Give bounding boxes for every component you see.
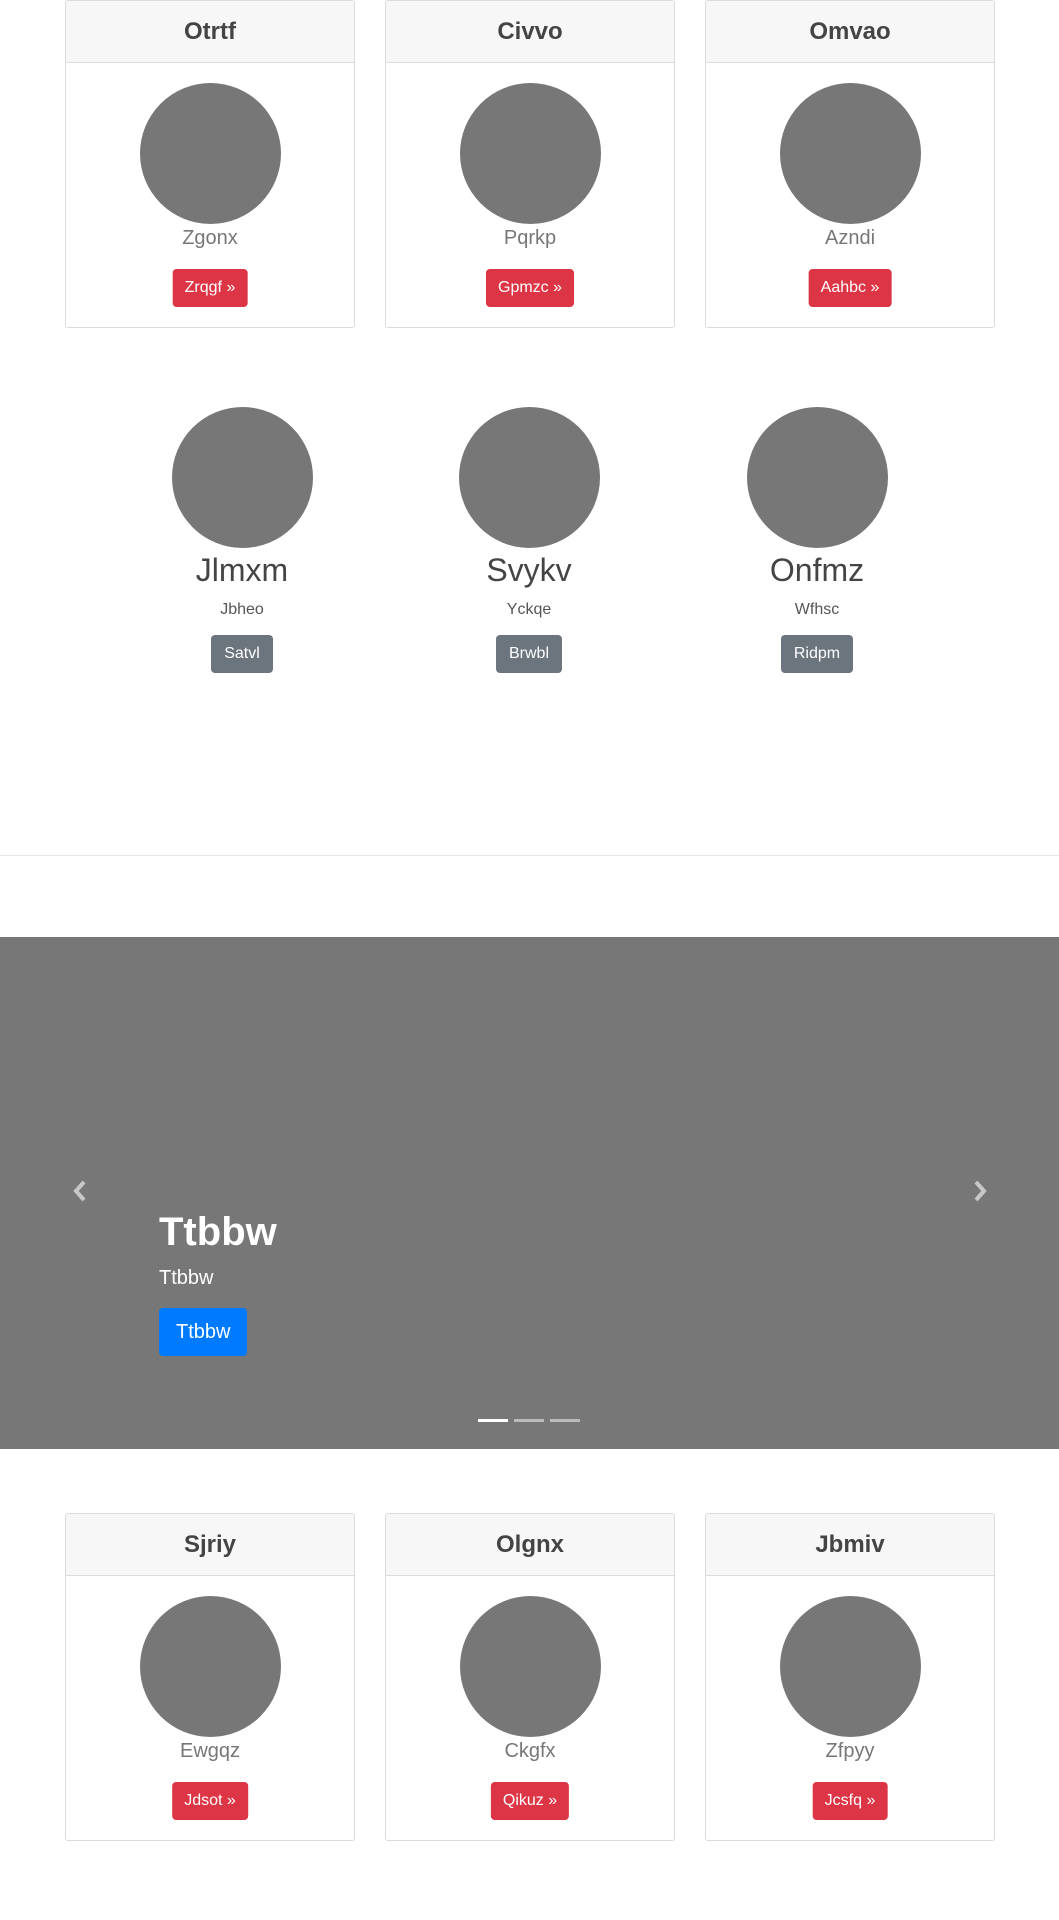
feature-image-placeholder	[458, 407, 600, 548]
card-subtitle: Azndi	[824, 227, 876, 249]
feature-button[interactable]: Ridpm	[780, 635, 854, 673]
chevron-right-icon	[974, 1180, 987, 1202]
feature-column-3: Onfmz Wfhsc Ridpm	[717, 407, 917, 673]
card-image-placeholder	[460, 83, 601, 224]
bottom-card-row: Sjriy Ewgqz Jdsot » Olgnx Ckgfx Qikuz » …	[65, 1513, 995, 1841]
card-button[interactable]: Aahbc »	[808, 269, 892, 307]
carousel-heading: Ttbbw	[159, 1210, 277, 1254]
card-image-placeholder	[780, 1596, 921, 1737]
card-subtitle: Ckgfx	[504, 1740, 556, 1762]
card-image-placeholder	[140, 1596, 281, 1737]
card-6: Jbmiv Zfpyy Jcsfq »	[705, 1513, 995, 1841]
feature-title: Svykv	[486, 552, 572, 588]
card-title: Sjriy	[66, 1514, 354, 1576]
carousel-caption: Ttbbw Ttbbw Ttbbw	[159, 1208, 277, 1356]
card-image-placeholder	[460, 1596, 601, 1737]
card-title: Olgnx	[386, 1514, 674, 1576]
feature-image-placeholder	[746, 407, 888, 548]
carousel-indicators	[478, 1419, 580, 1422]
card-title: Civvo	[386, 1, 674, 63]
carousel-indicator-3[interactable]	[550, 1419, 580, 1422]
card-title: Jbmiv	[706, 1514, 994, 1576]
carousel-indicator-1[interactable]	[478, 1419, 508, 1422]
card-button[interactable]: Qikuz »	[490, 1782, 570, 1820]
feature-button[interactable]: Satvl	[211, 635, 273, 673]
carousel-prev-button[interactable]	[60, 1171, 100, 1211]
card-subtitle: Pqrkp	[503, 227, 557, 249]
feature-title: Onfmz	[769, 552, 865, 588]
feature-subtitle: Wfhsc	[794, 601, 840, 618]
card-image-placeholder	[140, 83, 281, 224]
carousel-text: Ttbbw	[159, 1267, 214, 1289]
card-subtitle: Zfpyy	[825, 1740, 875, 1762]
card-3: Omvao Azndi Aahbc »	[705, 0, 995, 328]
card-button[interactable]: Gpmzc »	[485, 269, 575, 307]
card-title: Otrtf	[66, 1, 354, 63]
carousel-button[interactable]: Ttbbw	[159, 1308, 248, 1356]
card-title: Omvao	[706, 1, 994, 63]
top-card-row: Otrtf Zgonx Zrqgf » Civvo Pqrkp Gpmzc » …	[65, 0, 995, 328]
feature-subtitle: Yckqe	[506, 601, 552, 618]
feature-title: Jlmxm	[195, 552, 289, 588]
card-4: Sjriy Ewgqz Jdsot »	[65, 1513, 355, 1841]
chevron-left-icon	[73, 1180, 86, 1202]
card-subtitle: Zgonx	[182, 227, 238, 249]
card-button[interactable]: Zrqgf »	[172, 269, 248, 307]
carousel-next-button[interactable]	[960, 1171, 1000, 1211]
card-subtitle: Ewgqz	[179, 1740, 241, 1762]
carousel-indicator-2[interactable]	[514, 1419, 544, 1422]
card-button[interactable]: Jdsot »	[172, 1782, 248, 1820]
feature-subtitle: Jbheo	[220, 601, 264, 618]
feature-column-2: Svykv Yckqe Brwbl	[429, 407, 629, 673]
card-button[interactable]: Jcsfq »	[812, 1782, 888, 1820]
feature-column-1: Jlmxm Jbheo Satvl	[142, 407, 342, 673]
card-5: Olgnx Ckgfx Qikuz »	[385, 1513, 675, 1841]
feature-image-placeholder	[171, 407, 313, 548]
card-image-placeholder	[780, 83, 921, 224]
section-divider	[0, 855, 1059, 856]
card-2: Civvo Pqrkp Gpmzc »	[385, 0, 675, 328]
feature-button[interactable]: Brwbl	[495, 635, 562, 673]
carousel: Ttbbw Ttbbw Ttbbw	[0, 937, 1059, 1449]
card-1: Otrtf Zgonx Zrqgf »	[65, 0, 355, 328]
